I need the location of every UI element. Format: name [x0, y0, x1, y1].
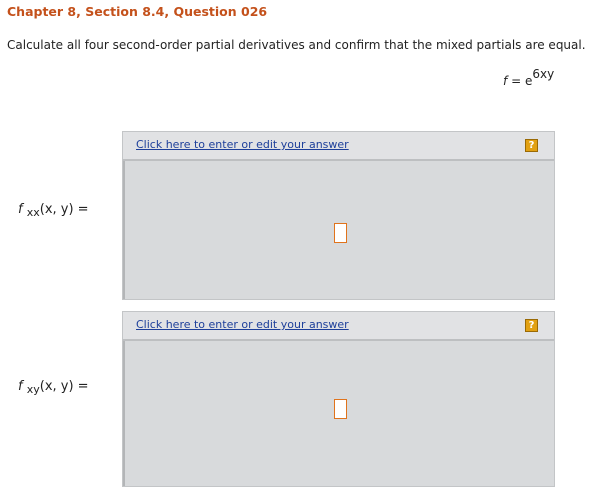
box-edge	[123, 341, 125, 486]
fxy-subscript: xy	[26, 383, 40, 396]
fxy-edit-answer-link[interactable]: Click here to enter or edit your answer	[136, 318, 349, 331]
fxx-edit-answer-link[interactable]: Click here to enter or edit your answer	[136, 138, 349, 151]
fxy-answer-header: Click here to enter or edit your answer …	[123, 312, 554, 341]
equals-sign: =	[511, 74, 522, 88]
fxx-subscript: xx	[26, 206, 40, 219]
function-definition: f = e6xy	[503, 67, 554, 88]
help-icon[interactable]: ?	[525, 139, 538, 152]
question-text: Calculate all four second-order partial …	[7, 38, 586, 52]
fxx-answer-header: Click here to enter or edit your answer …	[123, 132, 554, 161]
chapter-title: Chapter 8, Section 8.4, Question 026	[7, 4, 268, 19]
exponent: 6xy	[532, 67, 555, 81]
fxx-answer-slot[interactable]	[334, 223, 347, 243]
fxy-func: f	[18, 379, 23, 394]
function-name: f	[503, 74, 508, 88]
fxy-answer-slot[interactable]	[334, 399, 347, 419]
fxx-answer-box: Click here to enter or edit your answer …	[122, 131, 555, 300]
fxy-answer-box: Click here to enter or edit your answer …	[122, 311, 555, 487]
fxx-label: f xx(x, y) =	[18, 202, 89, 219]
box-edge	[123, 161, 125, 299]
fxy-args: (x, y) =	[39, 379, 89, 394]
help-icon[interactable]: ?	[525, 319, 538, 332]
fxx-func: f	[18, 202, 23, 217]
fxx-args: (x, y) =	[39, 202, 89, 217]
fxy-label: f xy(x, y) =	[18, 379, 89, 396]
